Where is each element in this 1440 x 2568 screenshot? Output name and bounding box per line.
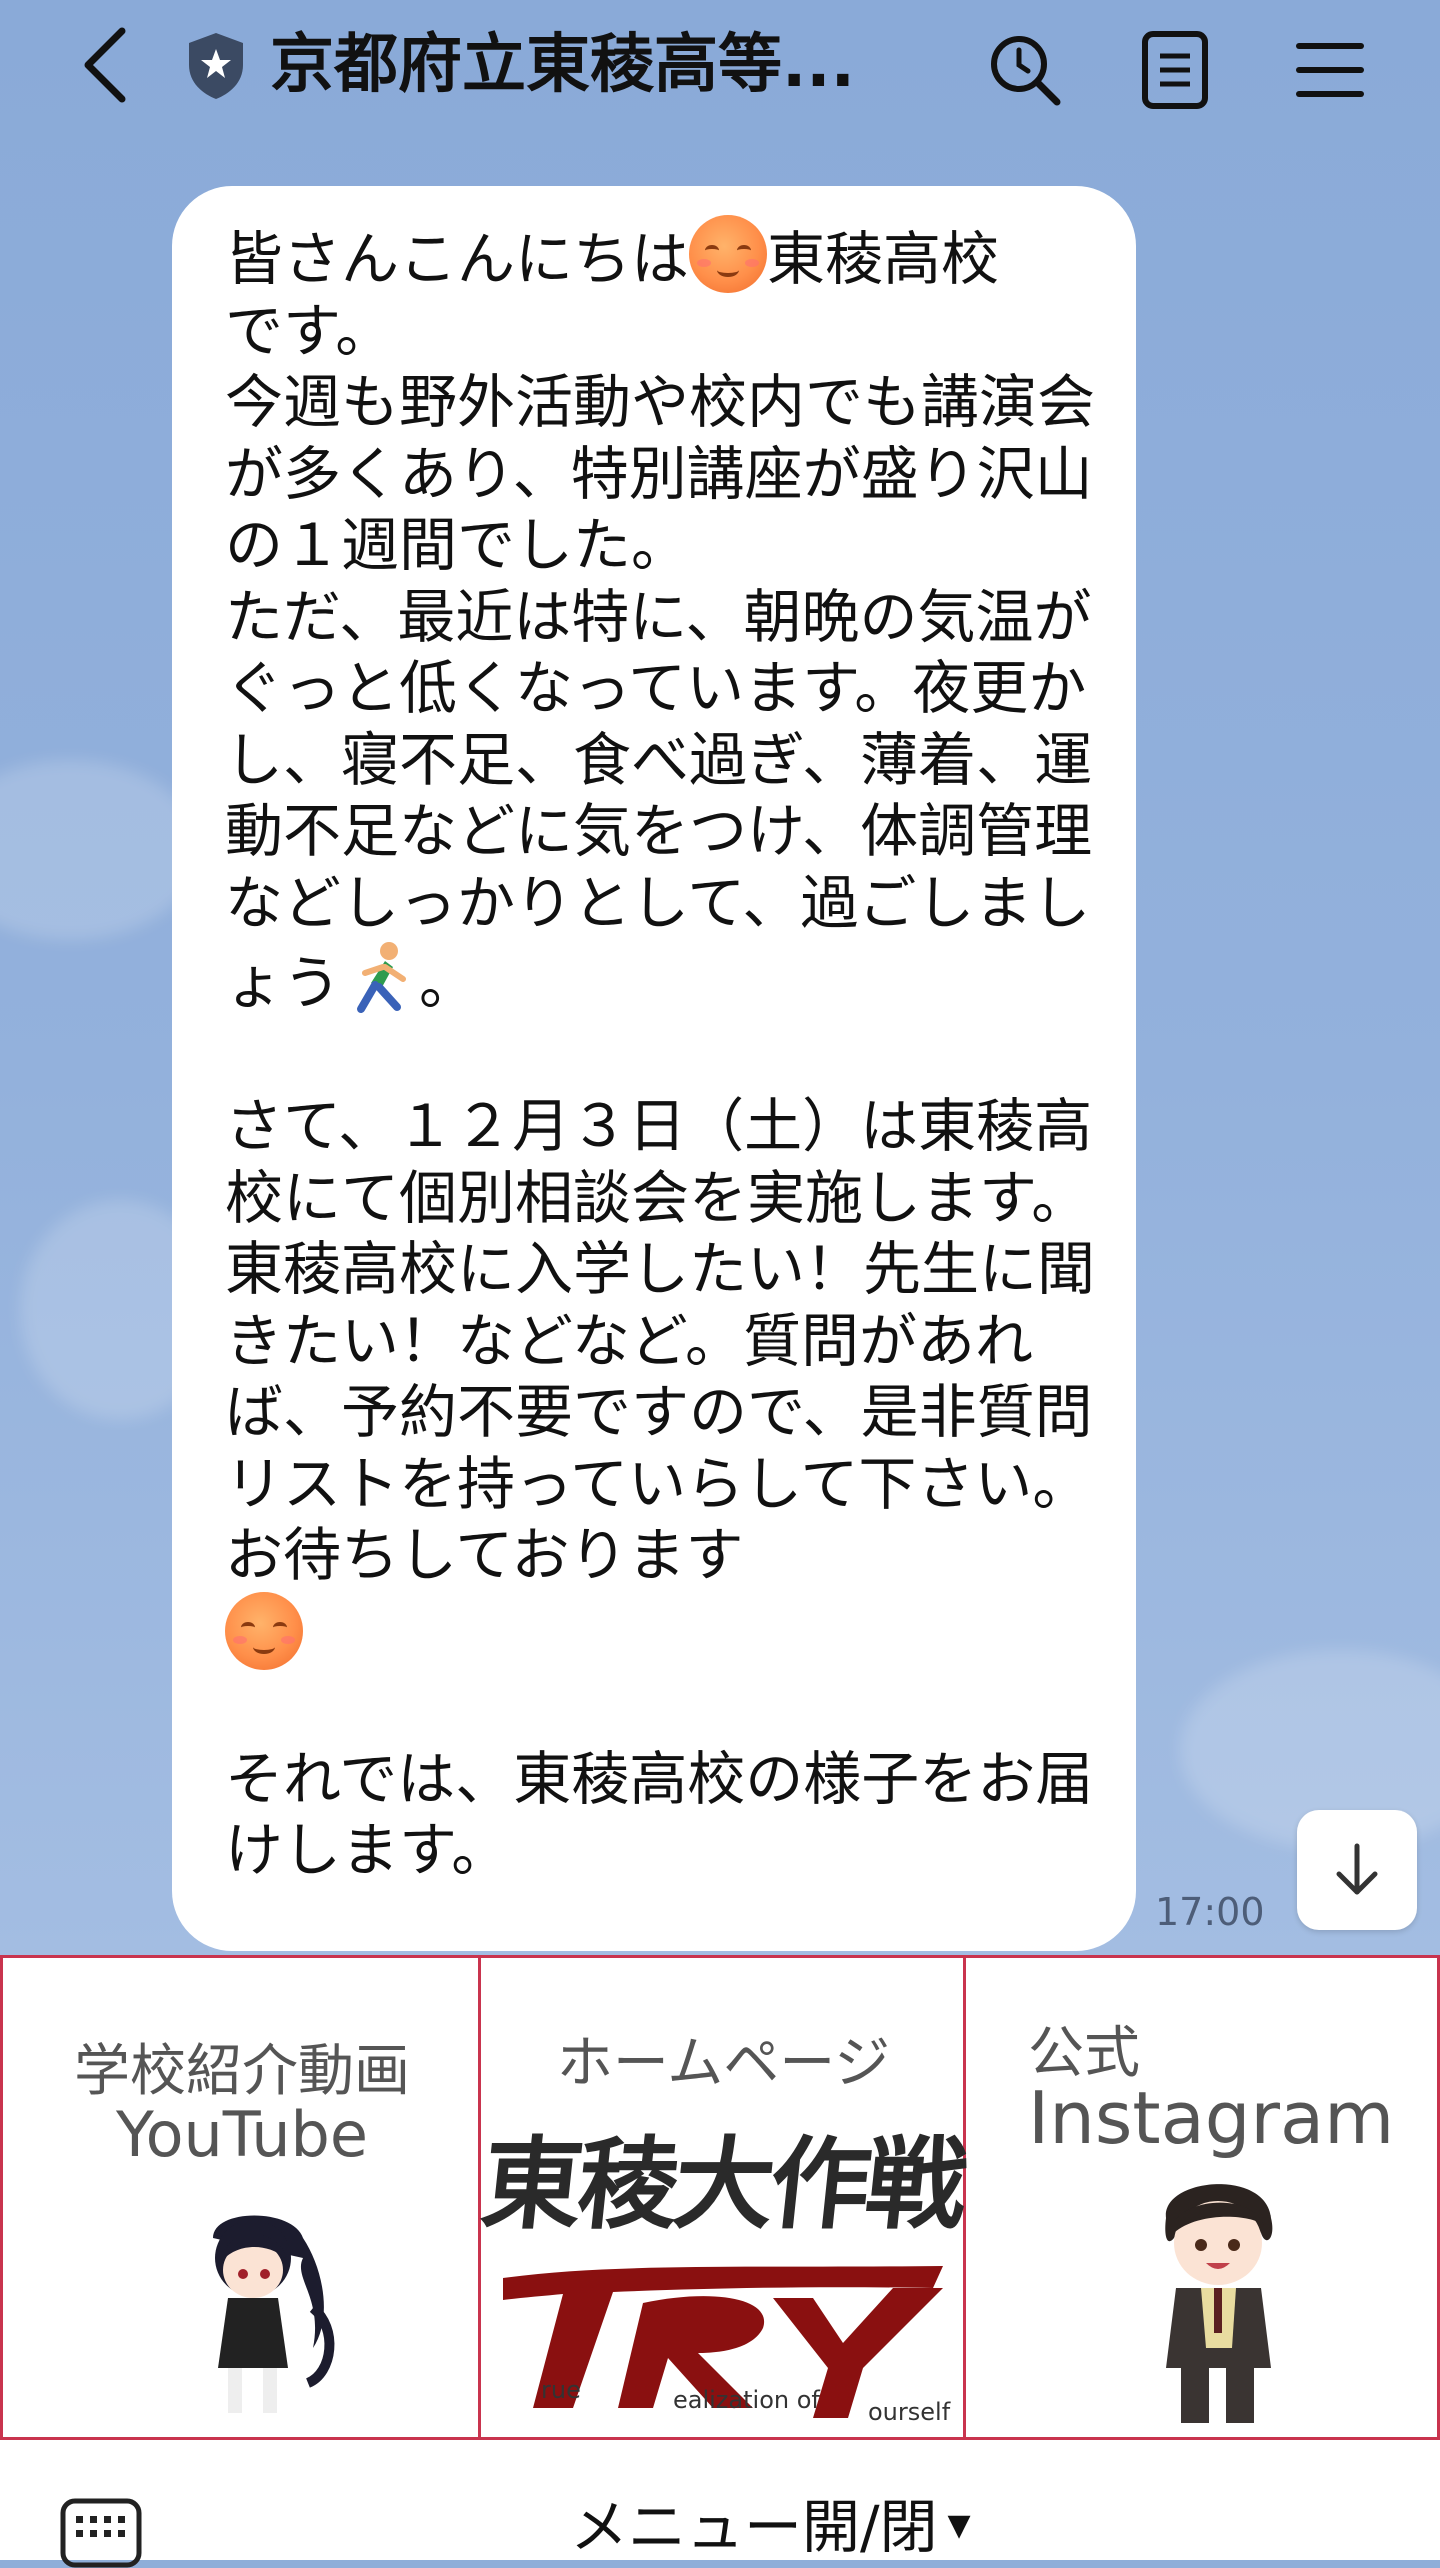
homepage-label-1: ホームページ xyxy=(556,2031,891,2096)
scroll-to-bottom-button[interactable] xyxy=(1297,1810,1417,1930)
try-sub-2: ealization of xyxy=(673,2386,820,2414)
message-text-part: それでは、東稜高校の様子をお届けします。 xyxy=(225,1744,1094,1885)
try-logo: rue ealization of ourself xyxy=(493,2258,953,2428)
back-icon[interactable] xyxy=(60,20,150,110)
shield-star-icon xyxy=(180,30,252,102)
message-text-part: 。 さて、１２月３日（土）は東稜高校にて個別相談会を実施します。東稜高校に入学し… xyxy=(225,949,1096,1589)
youtube-label-2: YouTube xyxy=(115,2098,369,2171)
youtube-label-1: 学校紹介動画 xyxy=(74,2039,410,2104)
keyboard-icon[interactable] xyxy=(60,2498,142,2568)
instagram-label-2: Instagram xyxy=(1028,2076,1395,2160)
rich-menu-instagram[interactable]: 公式 Instagram xyxy=(966,1958,1437,2437)
caret-down-icon: ▼ xyxy=(947,2508,971,2543)
search-icon[interactable] xyxy=(975,20,1075,120)
message-timestamp: 17:00 xyxy=(1155,1890,1265,1934)
menu-toggle-button[interactable]: メニュー開/閉 ▼ xyxy=(570,2480,971,2564)
menu-toggle-label: メニュー開/閉 xyxy=(570,2493,938,2561)
rich-menu-homepage[interactable]: ホームページ 東稜大作戦 rue ealization of ourself xyxy=(476,1958,969,2437)
chat-header: 京都府立東稜高等... xyxy=(0,0,1440,130)
try-sub-3: ourself xyxy=(868,2398,951,2426)
chat-title: 京都府立東稜高等... xyxy=(270,28,855,102)
winking-face-icon xyxy=(225,1591,303,1670)
bottom-bar: メニュー開/閉 ▼ xyxy=(0,2440,1440,2568)
try-sub-1: rue xyxy=(541,2376,581,2404)
smiling-face-icon xyxy=(689,215,768,293)
homepage-calligraphy-title: 東稜大作戦 xyxy=(476,2125,969,2243)
rich-menu: 学校紹介動画 YouTube ホームページ 東稜大作戦 rue ealizati… xyxy=(0,1955,1440,2440)
notes-icon[interactable] xyxy=(1125,20,1225,120)
girl-character-icon xyxy=(213,2215,335,2413)
message-text-part: 東稜高校 です。 今週も野外活動や校内でも講演会が多くあり、特別講座が盛り沢山の… xyxy=(225,225,1096,1017)
message-text: 皆さんこんにちは 東稜高校 です。 今週も野外活動や校内でも講演会が多くあり、特別… xyxy=(225,215,1105,1887)
message-text-part: 皆さんこんにちは xyxy=(225,225,690,293)
boy-character-icon xyxy=(1165,2184,1273,2423)
rich-menu-youtube[interactable]: 学校紹介動画 YouTube xyxy=(3,1958,481,2437)
runner-icon xyxy=(357,942,407,1013)
hamburger-menu-icon[interactable] xyxy=(1280,20,1380,120)
arrow-down-icon xyxy=(1336,1843,1378,1895)
